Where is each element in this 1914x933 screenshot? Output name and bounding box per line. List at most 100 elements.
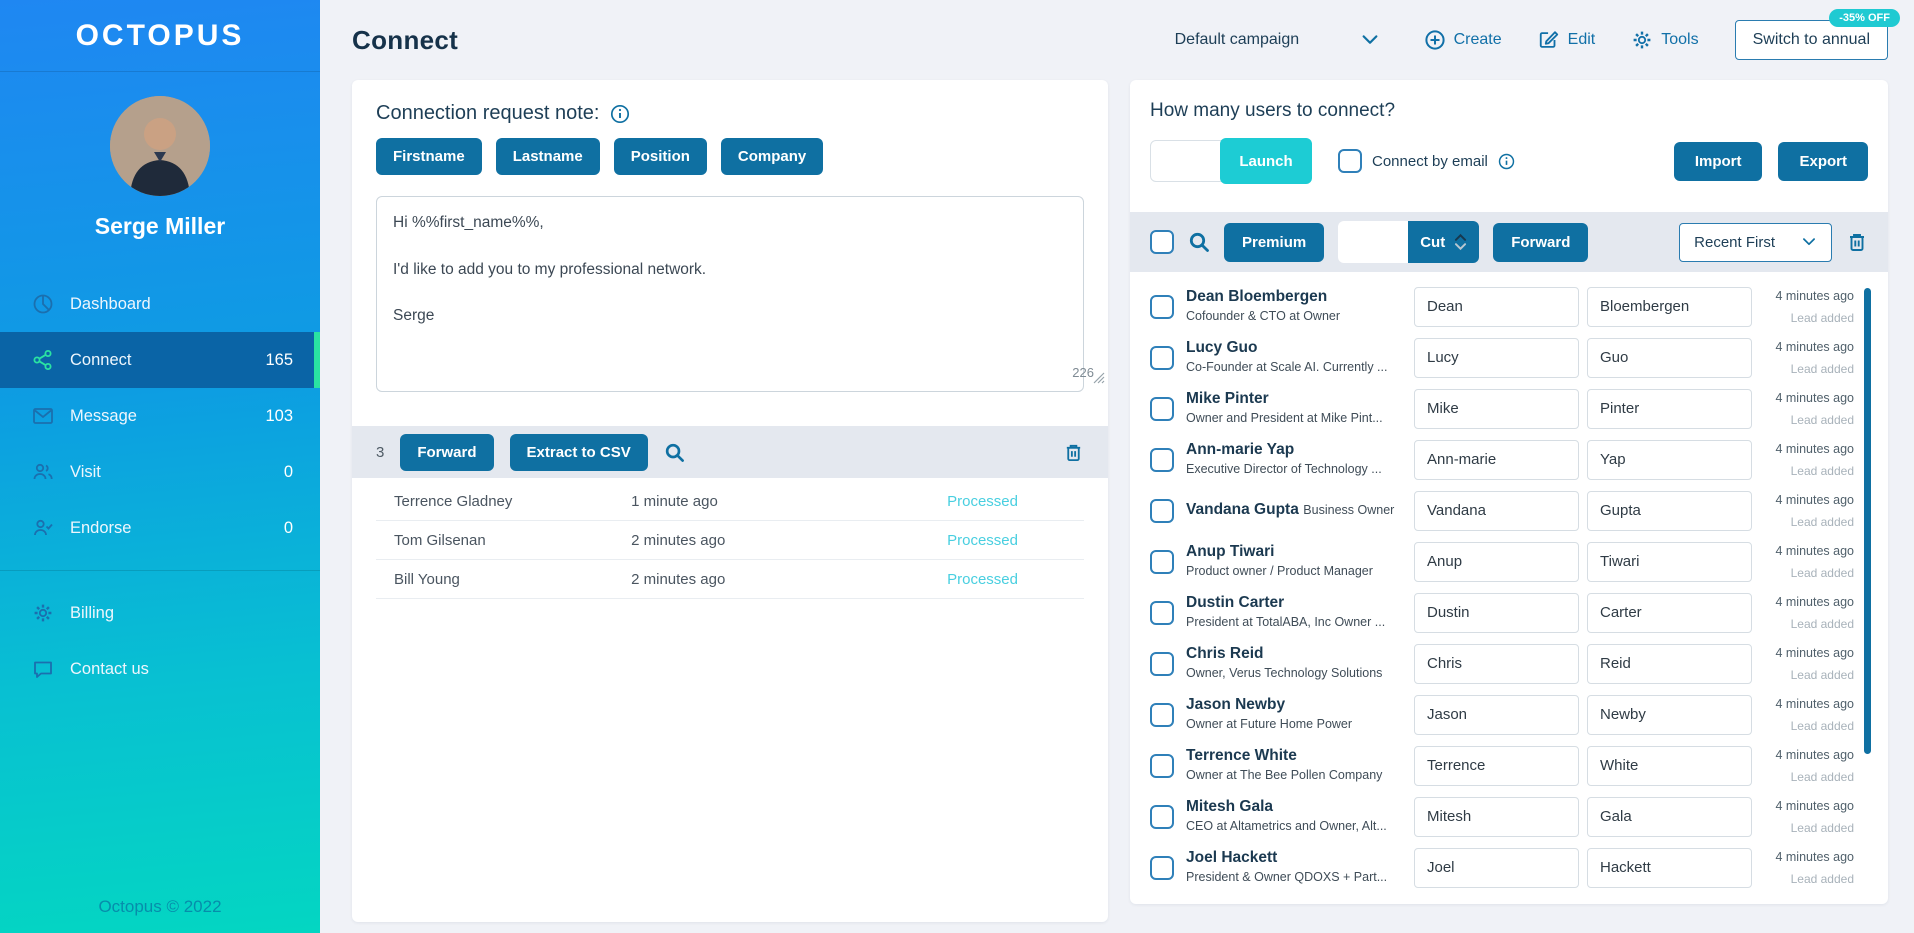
user-checkbox[interactable] xyxy=(1150,600,1174,625)
last-name-input[interactable] xyxy=(1587,541,1752,582)
user-row: Dean Bloembergen Cofounder & CTO at Owne… xyxy=(1150,286,1854,327)
first-name-input[interactable] xyxy=(1414,796,1579,837)
cut-button[interactable]: Cut xyxy=(1408,221,1480,263)
forward-button[interactable]: Forward xyxy=(1493,222,1589,262)
search-icon[interactable] xyxy=(664,442,685,463)
processed-row: Tom Gilsenan 2 minutes ago Processed xyxy=(376,521,1084,560)
user-checkbox[interactable] xyxy=(1150,804,1174,829)
user-info: Lucy Guo Co-Founder at Scale AI. Current… xyxy=(1186,339,1408,376)
edit-button[interactable]: Edit xyxy=(1538,29,1596,51)
resize-grip-icon[interactable] xyxy=(1093,371,1105,389)
user-checkbox[interactable] xyxy=(1150,396,1174,421)
position-tag-button[interactable]: Position xyxy=(613,138,707,175)
user-info: Terrence White Owner at The Bee Pollen C… xyxy=(1186,747,1408,784)
user-name-link[interactable]: Dustin Carter xyxy=(1186,594,1284,611)
lastname-tag-button[interactable]: Lastname xyxy=(495,138,600,175)
info-icon[interactable] xyxy=(610,104,630,124)
stepper-arrows[interactable] xyxy=(1454,233,1467,251)
last-name-input[interactable] xyxy=(1587,847,1752,888)
list-scrollbar[interactable] xyxy=(1864,288,1871,754)
last-name-input[interactable] xyxy=(1587,643,1752,684)
first-name-input[interactable] xyxy=(1414,694,1579,735)
first-name-input[interactable] xyxy=(1414,643,1579,684)
launch-button[interactable]: Launch xyxy=(1220,138,1312,184)
create-button[interactable]: Create xyxy=(1424,29,1502,51)
first-name-input[interactable] xyxy=(1414,541,1579,582)
user-name-link[interactable]: Vandana Gupta xyxy=(1186,501,1299,518)
last-name-input[interactable] xyxy=(1587,745,1752,786)
sidebar-item-message[interactable]: Message 103 xyxy=(0,388,320,444)
page-title: Connect xyxy=(352,24,459,55)
sidebar-item-connect[interactable]: Connect 165 xyxy=(0,332,320,388)
sort-select[interactable]: Recent First xyxy=(1679,222,1832,262)
select-all-checkbox[interactable] xyxy=(1150,230,1174,254)
last-name-input[interactable] xyxy=(1587,490,1752,531)
sidebar-item-billing[interactable]: Billing xyxy=(0,585,320,641)
last-name-input[interactable] xyxy=(1587,592,1752,633)
user-name-link[interactable]: Dean Bloembergen xyxy=(1186,288,1327,305)
user-row: Jason Newby Owner at Future Home Power 4… xyxy=(1150,694,1854,735)
user-checkbox[interactable] xyxy=(1150,447,1174,472)
last-name-input[interactable] xyxy=(1587,796,1752,837)
first-name-input[interactable] xyxy=(1414,337,1579,378)
user-info: Mike Pinter Owner and President at Mike … xyxy=(1186,390,1408,427)
sidebar-item-dashboard[interactable]: Dashboard xyxy=(0,276,320,332)
user-name-link[interactable]: Mike Pinter xyxy=(1186,390,1269,407)
user-checkbox[interactable] xyxy=(1150,345,1174,370)
sidebar-item-visit[interactable]: Visit 0 xyxy=(0,444,320,500)
last-name-input[interactable] xyxy=(1587,337,1752,378)
first-name-input[interactable] xyxy=(1414,745,1579,786)
first-name-input[interactable] xyxy=(1414,592,1579,633)
firstname-tag-button[interactable]: Firstname xyxy=(376,138,482,175)
user-checkbox[interactable] xyxy=(1150,753,1174,778)
user-name-link[interactable]: Joel Hackett xyxy=(1186,849,1277,866)
user-name-link[interactable]: Ann-marie Yap xyxy=(1186,441,1294,458)
user-name-link[interactable]: Chris Reid xyxy=(1186,645,1264,662)
search-icon[interactable] xyxy=(1188,231,1210,253)
tools-button[interactable]: Tools xyxy=(1631,29,1699,51)
first-name-input[interactable] xyxy=(1414,388,1579,429)
trash-icon[interactable] xyxy=(1846,231,1868,253)
note-textarea[interactable]: Hi %%first_name%%, I'd like to add you t… xyxy=(376,196,1084,392)
last-name-input[interactable] xyxy=(1587,388,1752,429)
first-name-input[interactable] xyxy=(1414,286,1579,327)
first-name-input[interactable] xyxy=(1414,490,1579,531)
forward-button[interactable]: Forward xyxy=(400,433,494,471)
last-name-input[interactable] xyxy=(1587,286,1752,327)
user-name-link[interactable]: Jason Newby xyxy=(1186,696,1285,713)
switch-to-annual-button[interactable]: Switch to annual -35% OFF xyxy=(1734,9,1900,60)
user-meta: 4 minutes ago Lead added xyxy=(1775,795,1854,838)
user-name-link[interactable]: Terrence White xyxy=(1186,747,1297,764)
user-checkbox[interactable] xyxy=(1150,651,1174,676)
cut-count-input[interactable] xyxy=(1338,221,1409,263)
lead-time: 4 minutes ago xyxy=(1775,645,1854,660)
user-checkbox[interactable] xyxy=(1150,498,1174,523)
user-name-link[interactable]: Lucy Guo xyxy=(1186,339,1257,356)
user-checkbox[interactable] xyxy=(1150,294,1174,319)
user-checkbox[interactable] xyxy=(1150,549,1174,574)
premium-button[interactable]: Premium xyxy=(1224,222,1325,262)
user-checkbox[interactable] xyxy=(1150,855,1174,880)
connect-by-email-checkbox[interactable] xyxy=(1338,149,1362,173)
first-name-input[interactable] xyxy=(1414,439,1579,480)
user-name-link[interactable]: Mitesh Gala xyxy=(1186,798,1273,815)
edit-label: Edit xyxy=(1567,31,1596,48)
last-name-input[interactable] xyxy=(1587,439,1752,480)
user-checkbox[interactable] xyxy=(1150,702,1174,727)
campaign-select[interactable]: Default campaign xyxy=(1175,30,1380,50)
sidebar: OCTOPUS Serge Miller Dashboard Connect 1… xyxy=(0,0,320,933)
import-button[interactable]: Import xyxy=(1673,141,1763,181)
export-button[interactable]: Export xyxy=(1778,141,1868,181)
user-name-link[interactable]: Anup Tiwari xyxy=(1186,543,1274,560)
info-icon[interactable] xyxy=(1498,153,1515,170)
sidebar-item-endorse[interactable]: Endorse 0 xyxy=(0,500,320,556)
users-count-input[interactable] xyxy=(1150,140,1224,182)
connect-by-email-label: Connect by email xyxy=(1372,152,1488,170)
company-tag-button[interactable]: Company xyxy=(720,138,824,175)
extract-to-csv-button[interactable]: Extract to CSV xyxy=(509,433,648,471)
lead-time: 4 minutes ago xyxy=(1775,339,1854,354)
sidebar-item-contact-us[interactable]: Contact us xyxy=(0,641,320,697)
last-name-input[interactable] xyxy=(1587,694,1752,735)
first-name-input[interactable] xyxy=(1414,847,1579,888)
trash-icon[interactable] xyxy=(1063,442,1084,463)
